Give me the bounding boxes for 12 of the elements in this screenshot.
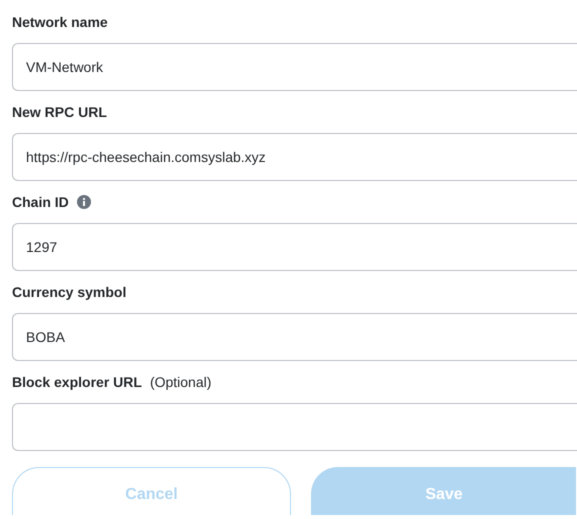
field-label: Currency symbol <box>12 282 126 302</box>
field-label: Chain ID <box>12 192 69 212</box>
field-label: New RPC URL <box>12 102 107 122</box>
input-field[interactable] <box>12 403 577 451</box>
input-field[interactable]: BOBA <box>12 313 577 361</box>
field-label: Block explorer URL <box>12 372 142 392</box>
optional-note: (Optional) <box>150 372 212 392</box>
info-icon[interactable] <box>76 195 91 209</box>
input-field[interactable]: https://rpc-cheesechain.comsyslab.xyz <box>12 133 577 181</box>
input-field[interactable]: 1297 <box>12 223 577 271</box>
field-label: Network name <box>12 12 108 32</box>
input-field[interactable]: VM-Network <box>12 43 577 91</box>
